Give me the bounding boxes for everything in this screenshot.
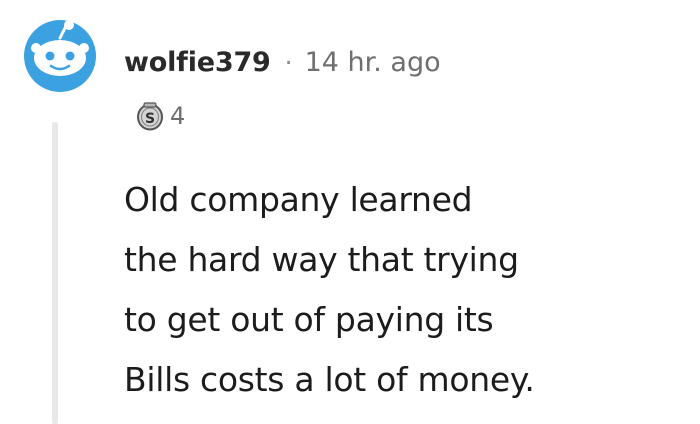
award-letter: S [145,111,155,127]
comment-body-line: the hard way that trying [124,240,519,279]
comment-body-line: Old company learned [124,180,473,219]
comment-body-line: to get out of paying its [124,300,494,339]
comment-body-line: Bills costs a lot of money. [124,360,535,399]
meta-separator: · [284,47,293,77]
thread-collapse-line[interactable] [52,122,58,424]
silver-award-icon: S [137,102,163,131]
username-link[interactable]: wolfie379 [124,47,271,78]
award-badge[interactable]: S 4 [136,100,185,132]
timestamp[interactable]: 14 hr. ago [305,47,441,78]
comment-header: wolfie379 · 14 hr. ago [124,40,441,84]
snoo-avatar-icon [24,20,96,92]
award-count: 4 [170,102,186,130]
comment-body: Old company learned the hard way that tr… [124,170,684,410]
avatar[interactable] [22,18,98,94]
